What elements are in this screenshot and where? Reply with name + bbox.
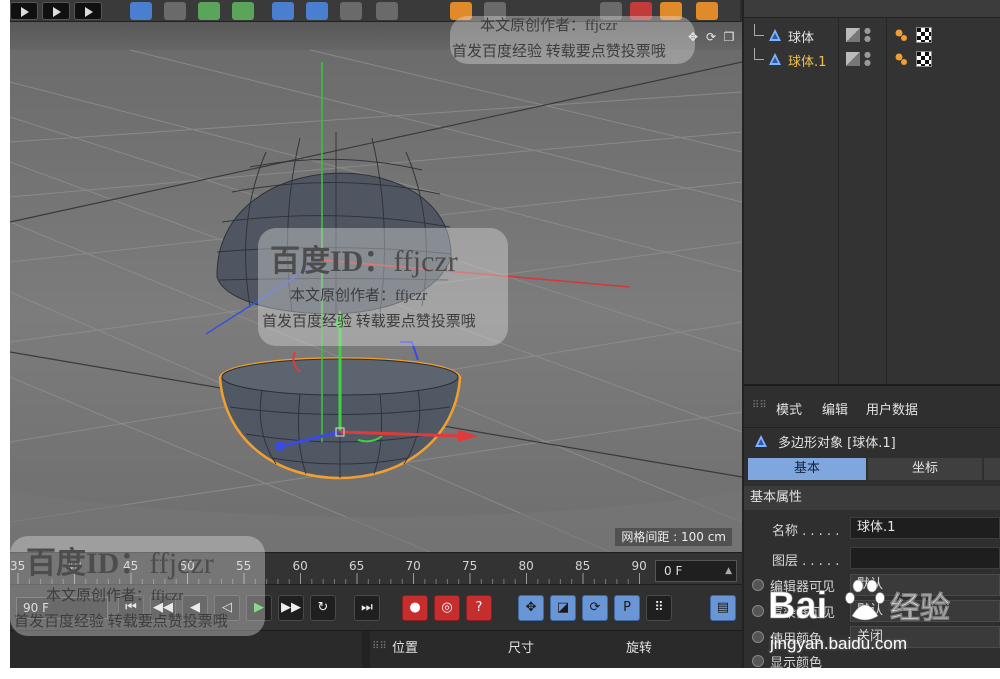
attribute-menu: ⠿⠿ 模式 编辑 用户数据 [744, 386, 1000, 428]
subdivision-icon[interactable] [198, 2, 220, 20]
baidu-url-text: jingyan.baidu.com [770, 634, 908, 653]
menu-edit[interactable]: 编辑 [822, 399, 848, 418]
use-color-radio[interactable] [752, 631, 764, 643]
name-field[interactable]: 球体.1 [850, 517, 1000, 539]
column-divider [838, 18, 839, 384]
layer-field[interactable] [850, 547, 1000, 569]
tab-basic[interactable]: 基本 [748, 458, 866, 480]
cube-icon[interactable] [130, 2, 152, 20]
timeline-tick-label: 85 [575, 559, 590, 573]
coord-position-header: 位置 [392, 641, 419, 656]
floor-icon[interactable] [306, 2, 328, 20]
record-key-icon[interactable]: ● [402, 595, 428, 621]
polygon-object-icon [769, 53, 781, 65]
array-icon[interactable] [232, 2, 254, 20]
key-position-icon[interactable]: ✥ [518, 595, 544, 621]
key-rotation-icon[interactable]: ⟳ [582, 595, 608, 621]
object-manager: 球体 ● ● 球体.1 ● ● [742, 0, 1000, 384]
editor-visible-radio[interactable] [752, 579, 764, 591]
polygon-object-icon [755, 435, 767, 447]
editor-render-dots-icon[interactable]: ● ● [864, 27, 871, 43]
watermark-backdrop [258, 228, 508, 346]
visibility-toggle-icon[interactable] [846, 28, 860, 42]
display-color-label: 显示颜色 [770, 656, 823, 668]
light-icon[interactable] [376, 2, 398, 20]
keyframe-selection-icon[interactable]: ? [466, 595, 492, 621]
material-tag-icon[interactable] [916, 27, 932, 43]
baidu-jingyan-text: 经验 [890, 591, 950, 626]
timeline-tick-label: 70 [406, 559, 421, 573]
timeline-tick-label: 65 [349, 559, 364, 573]
tree-line [754, 24, 764, 36]
timeline-tick-label: 60 [293, 559, 308, 573]
timeline-window-icon[interactable]: ▤ [710, 595, 736, 621]
coord-size-header: 尺寸 [508, 641, 535, 656]
tab-coordinates[interactable]: 坐标 [868, 458, 982, 480]
menu-user-data[interactable]: 用户数据 [866, 399, 918, 418]
timeline-tick-label: 80 [519, 559, 534, 573]
grip-icon[interactable]: ⠿⠿ [372, 641, 387, 652]
object-name: 球体 [788, 31, 815, 46]
tree-line [754, 48, 764, 60]
baidu-logo-text: Bai [768, 585, 827, 627]
timeline-tick-label: 90 [632, 559, 647, 573]
deformer-icon[interactable] [272, 2, 294, 20]
render-view-icon[interactable] [10, 2, 38, 20]
watermark-backdrop [10, 536, 265, 636]
render-visible-radio[interactable] [752, 605, 764, 617]
coord-rotation-header: 旋转 [626, 641, 653, 656]
visibility-toggle-icon[interactable] [846, 52, 860, 66]
column-divider [886, 18, 887, 384]
name-label: 名称 . . . . . [772, 524, 840, 539]
key-scale-icon[interactable]: ◪ [550, 595, 576, 621]
render-picture-viewer-icon[interactable] [42, 2, 70, 20]
camera-icon[interactable] [340, 2, 362, 20]
go-to-end-icon[interactable]: ⏭ [354, 595, 380, 621]
grip-icon[interactable]: ⠿⠿ [752, 400, 767, 411]
panel-separator [362, 631, 370, 668]
end-frame-field[interactable]: 0 F ▲▼ [655, 560, 737, 596]
section-basic-properties[interactable]: 基本属性 [744, 486, 1000, 510]
object-type-label: 多边形对象 [球体.1] [778, 436, 896, 451]
baidu-jingyan-logo: Bai 经验 [768, 579, 950, 627]
phong-tag-icon[interactable] [894, 52, 908, 66]
render-settings-icon[interactable] [74, 2, 102, 20]
phong-tag-icon[interactable] [894, 28, 908, 42]
pen-icon[interactable] [164, 2, 186, 20]
object-name: 球体.1 [788, 55, 827, 70]
object-row-sphere-1[interactable]: 球体.1 ● ● [744, 48, 1000, 70]
grid-spacing-readout: 网格间距 : 100 cm [615, 528, 732, 546]
key-parameter-icon[interactable]: P [614, 595, 640, 621]
key-point-level-icon[interactable]: ⠿ [646, 595, 672, 621]
polygon-object-icon [769, 29, 781, 41]
display-color-radio[interactable] [752, 655, 764, 667]
watermark-backdrop [450, 16, 695, 64]
object-manager-menu [744, 0, 1000, 18]
attribute-object-line: 多边形对象 [球体.1] [744, 428, 1000, 454]
menu-mode[interactable]: 模式 [776, 399, 802, 418]
loop-icon[interactable]: ↻ [310, 595, 336, 621]
end-frame-value: 0 F [664, 564, 683, 578]
material-tag-icon[interactable] [916, 51, 932, 67]
baidu-paw-icon [845, 579, 885, 621]
tab-more[interactable] [984, 458, 1000, 480]
autokey-icon[interactable]: ◎ [434, 595, 460, 621]
expand-toolbar-icon[interactable] [696, 2, 718, 20]
object-row-sphere[interactable]: 球体 ● ● [744, 24, 1000, 46]
editor-render-dots-icon[interactable]: ● ● [864, 51, 871, 67]
next-frame-icon[interactable]: ▶▶ [278, 595, 304, 621]
timeline-tick-label: 75 [462, 559, 477, 573]
layer-label: 图层 . . . . . [772, 554, 840, 569]
